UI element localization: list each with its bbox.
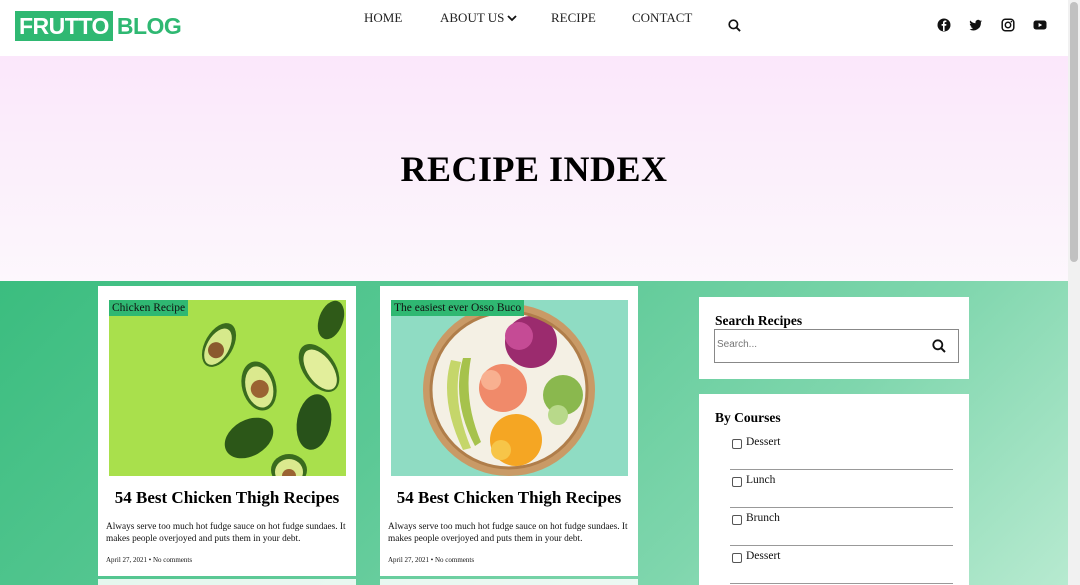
- next-card-top: [98, 579, 356, 585]
- course-checkbox[interactable]: [732, 553, 742, 563]
- avocado-image[interactable]: Chicken Recipe: [109, 300, 346, 476]
- card-excerpt: Always serve too much hot fudge sauce on…: [388, 522, 628, 544]
- recipe-card[interactable]: The easiest ever Osso Buco 54 Best Chick…: [380, 286, 638, 576]
- card-title[interactable]: 54 Best Chicken Thigh Recipes: [98, 488, 356, 508]
- course-checkbox[interactable]: [732, 515, 742, 525]
- courses-widget-title: By Courses: [715, 410, 781, 425]
- search-widget: Search Recipes: [699, 297, 969, 379]
- search-icon[interactable]: [932, 339, 946, 353]
- search-input[interactable]: [717, 339, 917, 350]
- nav-home[interactable]: HOME: [364, 10, 402, 26]
- recipe-card[interactable]: Chicken Recipe 54 Best Chicken Thigh Rec…: [98, 286, 356, 576]
- logo-part-2: BLOG: [116, 13, 182, 39]
- course-label: Brunch: [746, 512, 780, 524]
- search-icon[interactable]: [728, 19, 741, 32]
- card-meta: April 27, 2021 • No comments: [106, 556, 193, 564]
- comment-count[interactable]: No comments: [153, 556, 192, 564]
- facebook-icon[interactable]: [937, 18, 951, 32]
- instagram-icon[interactable]: [1001, 18, 1015, 32]
- hero-banner: RECIPE INDEX: [0, 56, 1068, 281]
- nav-about-us-label: ABOUT US: [440, 10, 505, 25]
- card-meta: April 27, 2021 • No comments: [388, 556, 475, 564]
- nav-about-us[interactable]: ABOUT US: [440, 10, 518, 26]
- content-area: Chicken Recipe 54 Best Chicken Thigh Rec…: [0, 281, 1068, 585]
- poke-bowl-image[interactable]: The easiest ever Osso Buco: [391, 300, 628, 476]
- search-widget-title: Search Recipes: [715, 313, 803, 328]
- site-header: FRUTTO BLOG HOME ABOUT US RECIPE CONTACT: [0, 0, 1068, 56]
- scrollbar-thumb[interactable]: [1070, 2, 1078, 262]
- page-title: RECIPE INDEX: [400, 149, 668, 189]
- site-logo[interactable]: FRUTTO BLOG: [15, 11, 182, 41]
- card-title[interactable]: 54 Best Chicken Thigh Recipes: [380, 488, 638, 508]
- course-label: Lunch: [746, 474, 776, 486]
- post-date: April 27, 2021: [106, 556, 148, 564]
- courses-widget: By Courses Dessert Lunch Brunch Dessert: [699, 394, 969, 585]
- search-box: [714, 329, 959, 363]
- nav-contact[interactable]: CONTACT: [632, 10, 692, 26]
- card-excerpt: Always serve too much hot fudge sauce on…: [106, 522, 346, 544]
- category-badge[interactable]: Chicken Recipe: [109, 300, 189, 316]
- course-option[interactable]: Brunch: [730, 508, 953, 546]
- logo-part-1: FRUTTO: [15, 11, 113, 41]
- category-badge[interactable]: The easiest ever Osso Buco: [391, 300, 525, 316]
- course-label: Dessert: [746, 550, 781, 562]
- chevron-down-icon: [507, 15, 518, 22]
- course-option[interactable]: Dessert: [730, 546, 953, 584]
- next-card-top: [380, 579, 638, 585]
- youtube-icon[interactable]: [1033, 18, 1047, 32]
- page-scrollbar[interactable]: [1068, 0, 1080, 585]
- course-option[interactable]: Dessert: [730, 432, 953, 470]
- course-label: Dessert: [746, 436, 781, 448]
- course-checkbox[interactable]: [732, 439, 742, 449]
- nav-recipe[interactable]: RECIPE: [551, 10, 596, 26]
- twitter-icon[interactable]: [969, 18, 983, 32]
- course-checkbox[interactable]: [732, 477, 742, 487]
- post-date: April 27, 2021: [388, 556, 430, 564]
- comment-count[interactable]: No comments: [435, 556, 474, 564]
- course-option[interactable]: Lunch: [730, 470, 953, 508]
